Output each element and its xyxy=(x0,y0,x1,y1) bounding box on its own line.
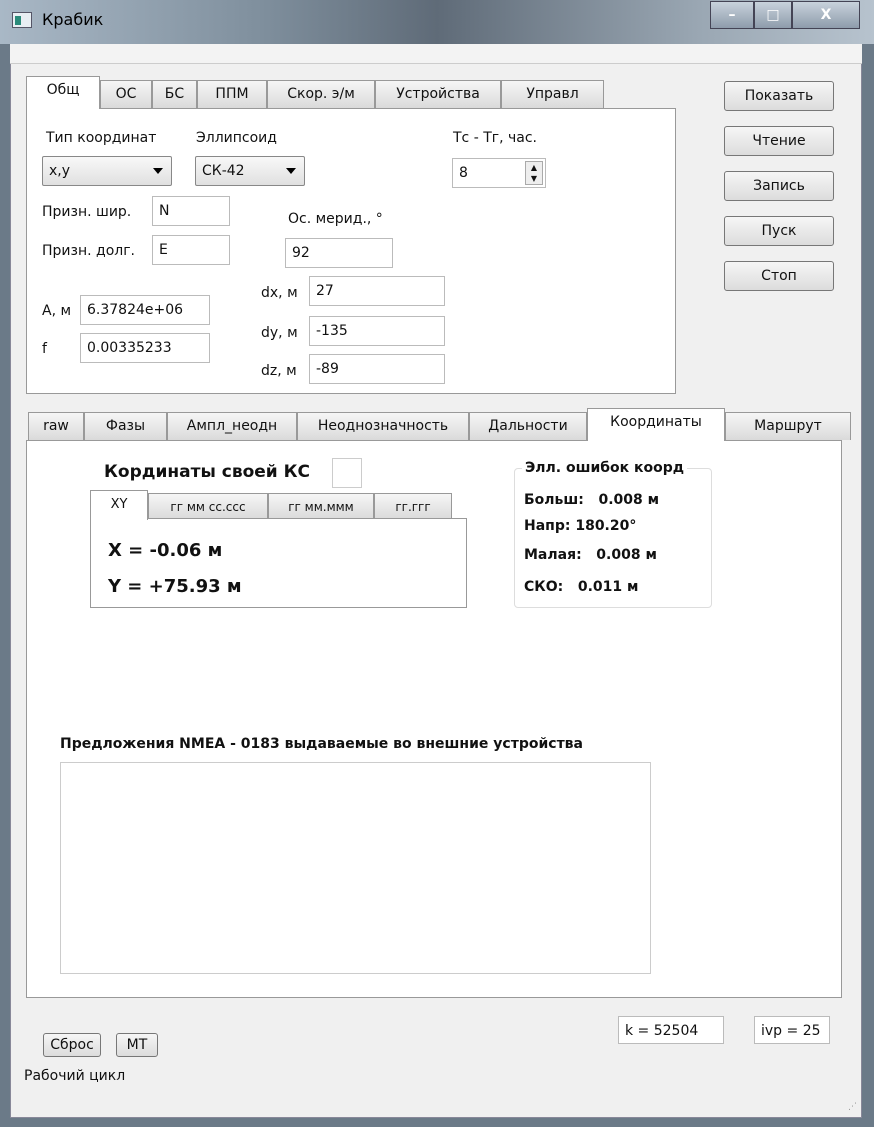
tab-ppm[interactable]: ППМ xyxy=(197,80,267,108)
subtab-xy[interactable]: XY xyxy=(90,490,148,520)
chevron-down-icon xyxy=(286,168,296,174)
lon-sign-input[interactable]: E xyxy=(152,235,230,265)
dx-label: dx, м xyxy=(261,285,298,301)
tz-spinbox[interactable]: 8 ▲ ▼ xyxy=(452,158,546,188)
reset-button[interactable]: Сброс xyxy=(43,1033,101,1057)
minimize-button[interactable]: – xyxy=(710,1,754,29)
window-title: Крабик xyxy=(42,10,104,29)
mt-button[interactable]: МТ xyxy=(116,1033,158,1057)
bottom-tab-bar: raw Фазы Ампл_неодн Неоднозначность Даль… xyxy=(28,408,851,442)
tab-phases[interactable]: Фазы xyxy=(84,412,167,440)
write-button[interactable]: Запись xyxy=(724,171,834,201)
tab-os[interactable]: ОС xyxy=(100,80,152,108)
tab-ampl[interactable]: Ампл_неодн xyxy=(167,412,297,440)
tab-control[interactable]: Управл xyxy=(501,80,604,108)
close-button[interactable]: X xyxy=(792,1,860,29)
show-button[interactable]: Показать xyxy=(724,81,834,111)
y-value: Y = +75.93 м xyxy=(108,576,242,597)
tab-devices[interactable]: Устройства xyxy=(375,80,501,108)
k-counter: k = 52504 xyxy=(618,1016,724,1044)
coord-type-label: Тип координат xyxy=(46,130,157,146)
top-tab-bar: Общ ОС БС ППМ Скор. э/м Устройства Управ… xyxy=(26,76,676,110)
tab-raw[interactable]: raw xyxy=(28,412,84,440)
tz-value: 8 xyxy=(459,165,468,181)
error-ellipse-title: Элл. ошибок коорд xyxy=(522,460,688,476)
toolbar xyxy=(10,44,862,64)
ellipsoid-value: СК-42 xyxy=(202,163,245,179)
subtab-deg[interactable]: гг.ггг xyxy=(374,493,452,519)
rms: СКО: 0.011 м xyxy=(524,579,639,595)
own-cs-checkbox[interactable] xyxy=(332,458,362,488)
read-button[interactable]: Чтение xyxy=(724,126,834,156)
tab-bs[interactable]: БС xyxy=(152,80,197,108)
tab-ranges[interactable]: Дальности xyxy=(469,412,587,440)
tab-general[interactable]: Общ xyxy=(26,76,100,109)
nmea-textarea[interactable] xyxy=(60,762,651,974)
spin-arrows-icon[interactable]: ▲ ▼ xyxy=(525,161,543,185)
dy-input[interactable]: -135 xyxy=(309,316,445,346)
a-input[interactable]: 6.37824e+06 xyxy=(80,295,210,325)
start-button[interactable]: Пуск xyxy=(724,216,834,246)
tab-ambiguity[interactable]: Неоднозначность xyxy=(297,412,469,440)
tab-speed[interactable]: Скор. э/м xyxy=(267,80,375,108)
resize-grip-icon[interactable]: ⋰ xyxy=(848,1102,857,1112)
dz-label: dz, м xyxy=(261,363,297,379)
dy-label: dy, м xyxy=(261,325,298,341)
coord-type-select[interactable]: x,y xyxy=(42,156,172,186)
x-value: X = -0.06 м xyxy=(108,540,223,561)
lat-sign-input[interactable]: N xyxy=(152,196,230,226)
meridian-input[interactable]: 92 xyxy=(285,238,393,268)
minor-axis: Малая: 0.008 м xyxy=(524,547,657,563)
dz-input[interactable]: -89 xyxy=(309,354,445,384)
coord-type-value: x,y xyxy=(49,163,71,179)
f-label: f xyxy=(42,341,47,357)
nmea-title: Предложения NMEA - 0183 выдаваемые во вн… xyxy=(60,736,583,752)
ellipsoid-label: Эллипсоид xyxy=(196,130,277,146)
subtab-dm[interactable]: гг мм.ммм xyxy=(268,493,374,519)
ellipsoid-select[interactable]: СК-42 xyxy=(195,156,305,186)
app-icon xyxy=(12,12,32,28)
status-text: Рабочий цикл xyxy=(24,1068,126,1084)
lon-sign-label: Призн. долг. xyxy=(42,243,136,259)
chevron-down-icon xyxy=(153,168,163,174)
ivp-counter: ivp = 25 xyxy=(754,1016,830,1044)
dx-input[interactable]: 27 xyxy=(309,276,445,306)
direction: Напр: 180.20° xyxy=(524,518,637,534)
maximize-button[interactable]: □ xyxy=(754,1,792,29)
f-input[interactable]: 0.00335233 xyxy=(80,333,210,363)
stop-button[interactable]: Стоп xyxy=(724,261,834,291)
meridian-label: Ос. мерид., ° xyxy=(288,211,383,227)
tab-coordinates[interactable]: Координаты xyxy=(587,408,725,441)
major-axis: Больш: 0.008 м xyxy=(524,492,660,508)
lat-sign-label: Призн. шир. xyxy=(42,204,132,220)
a-label: A, м xyxy=(42,303,72,319)
coords-title: Кординаты своей КС xyxy=(104,462,310,482)
tab-route[interactable]: Маршрут xyxy=(725,412,851,440)
subtab-dms[interactable]: гг мм сс.ссс xyxy=(148,493,268,519)
tz-label: Тс - Тг, час. xyxy=(453,130,538,146)
